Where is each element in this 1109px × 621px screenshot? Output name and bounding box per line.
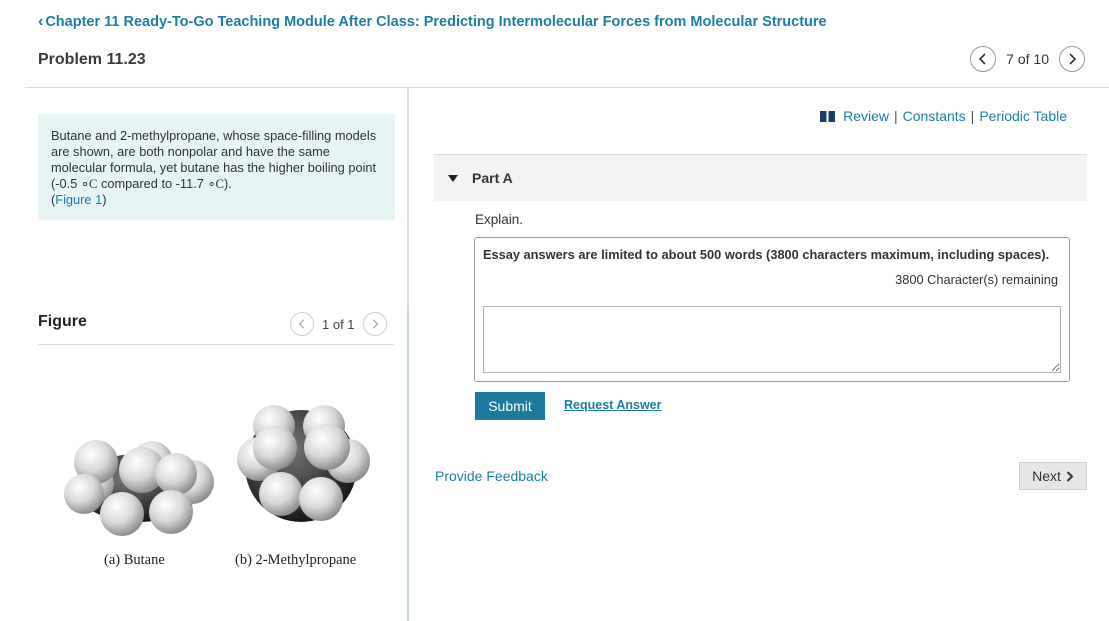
chevron-left-icon (298, 319, 305, 329)
molecule-figure (64, 405, 370, 536)
review-link[interactable]: Review (843, 108, 889, 124)
book-icon (820, 110, 836, 122)
constants-link[interactable]: Constants (903, 108, 966, 124)
methylpropane-model (237, 405, 370, 522)
back-link-label: Chapter 11 Ready-To-Go Teaching Module A… (45, 14, 827, 30)
next-figure-button[interactable] (362, 312, 387, 336)
degree-unit: ∘C (80, 177, 98, 191)
degree-unit: ∘C (207, 177, 224, 191)
next-problem-button[interactable] (1059, 46, 1085, 72)
figure-ref-close: ) (102, 192, 107, 207)
periodic-table-link[interactable]: Periodic Table (979, 108, 1067, 124)
chevron-left-icon (979, 53, 986, 65)
header-divider (25, 87, 1109, 88)
link-separator: | (893, 108, 898, 124)
figure-header: Figure 1 of 1 (38, 310, 394, 345)
butane-label: (a) Butane (104, 552, 165, 568)
figure-pager-text: 1 of 1 (322, 316, 355, 332)
problem-text-end: ). (224, 176, 232, 191)
question-prompt: Explain. (475, 212, 524, 227)
problem-statement: Butane and 2-methylpropane, whose space-… (38, 114, 395, 220)
chevron-left-icon: ‹ (38, 13, 44, 30)
previous-figure-button[interactable] (290, 312, 314, 336)
problem-pager: 7 of 10 (970, 46, 1085, 72)
chevron-right-icon (1066, 470, 1074, 482)
chevron-right-icon (372, 319, 378, 329)
figure-pager: 1 of 1 (290, 312, 387, 336)
characters-remaining: 3800 Character(s) remaining (895, 272, 1058, 287)
essay-answer-panel: Essay answers are limited to about 500 w… (474, 237, 1070, 382)
link-separator: | (970, 108, 975, 124)
butane-model (64, 440, 214, 536)
part-a-toggle[interactable]: Part A (434, 155, 1087, 201)
submit-button[interactable]: Submit (475, 392, 545, 420)
request-answer-link[interactable]: Request Answer (564, 398, 661, 412)
previous-problem-button[interactable] (970, 46, 997, 72)
back-to-chapter-link[interactable]: ‹ Chapter 11 Ready-To-Go Teaching Module… (38, 13, 827, 31)
pager-text: 7 of 10 (1006, 51, 1049, 67)
figure-link[interactable]: Figure 1 (55, 192, 102, 207)
essay-limit-note: Essay answers are limited to about 500 w… (483, 247, 1050, 262)
next-label: Next (1032, 468, 1061, 484)
panel-divider-accent (407, 305, 409, 621)
part-label: Part A (472, 170, 513, 186)
problem-text-mid: compared to -11.7 (97, 176, 204, 191)
essay-input[interactable] (483, 306, 1061, 373)
page-title: Problem 11.23 (38, 51, 146, 68)
caret-down-icon (448, 174, 458, 182)
methylpropane-label: (b) 2-Methylpropane (235, 552, 357, 568)
figure-title: Figure (38, 313, 87, 330)
next-button[interactable]: Next (1019, 462, 1087, 490)
resource-links: Review | Constants | Periodic Table (820, 108, 1067, 124)
chevron-right-icon (1069, 53, 1077, 65)
provide-feedback-link[interactable]: Provide Feedback (435, 468, 548, 484)
